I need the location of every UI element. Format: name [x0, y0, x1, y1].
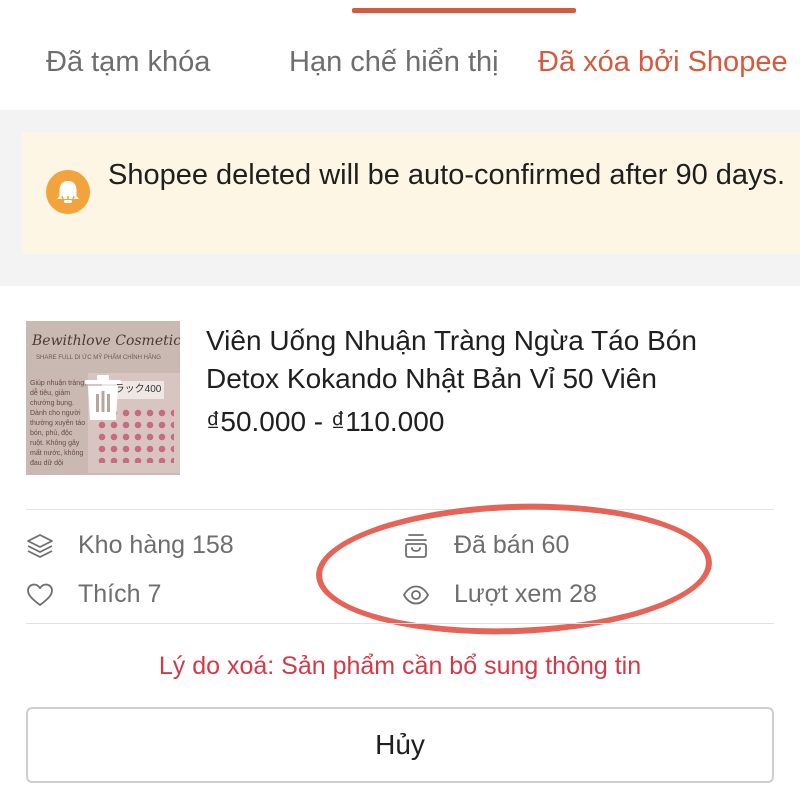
thumbnail-subtitle: SHARE FULL DI ỨC MỸ PHẨM CHÍNH HÃNG: [36, 355, 161, 361]
layers-icon: [27, 534, 53, 558]
tab-bar: Đã tạm khóa Hạn chế hiển thị Đã xóa bởi …: [0, 0, 800, 110]
product-card: Bewithlove Cosmetics SHARE FULL DI ỨC MỸ…: [0, 286, 800, 800]
heart-icon: [27, 583, 53, 606]
tab-suspended[interactable]: Đã tạm khóa: [46, 44, 210, 80]
auto-confirm-notice: Shopee deleted will be auto-confirmed af…: [22, 132, 800, 254]
trash-icon: [85, 375, 121, 420]
divider: [26, 623, 774, 624]
views-label: Lượt xem 28: [454, 580, 597, 608]
tab-deleted-by-shopee[interactable]: Đã xóa bởi Shopee: [538, 44, 788, 80]
thumbnail-brand: Bewithlove Cosmetics: [32, 333, 180, 349]
highlight-annotation-circle: [313, 497, 715, 641]
thumbnail-side-text: Giúp nhuận tràng, dễ tiêu, giảm chướng b…: [30, 380, 87, 467]
cancel-button[interactable]: Hủy: [26, 707, 774, 783]
likes-label: Thích 7: [78, 580, 162, 608]
notice-text: Shopee deleted will be auto-confirmed af…: [108, 159, 786, 191]
product-title[interactable]: Viên Uống Nhuận Tràng Ngừa Táo Bón Detox…: [206, 322, 776, 398]
stock-label: Kho hàng 158: [78, 531, 234, 559]
sold-label: Đã bán 60: [454, 531, 570, 559]
tab-restricted[interactable]: Hạn chế hiển thị: [289, 44, 499, 80]
bell-icon: [46, 170, 90, 214]
product-thumbnail[interactable]: Bewithlove Cosmetics SHARE FULL DI ỨC MỸ…: [26, 321, 180, 475]
deletion-reason: Lý do xoá: Sản phẩm cần bổ sung thông ti…: [158, 652, 642, 680]
product-price: ₫50.000 - ₫110.000: [206, 406, 445, 437]
eye-icon: [403, 585, 429, 605]
active-tab-indicator: [352, 8, 576, 13]
divider: [26, 509, 774, 510]
basket-icon: [405, 534, 427, 558]
